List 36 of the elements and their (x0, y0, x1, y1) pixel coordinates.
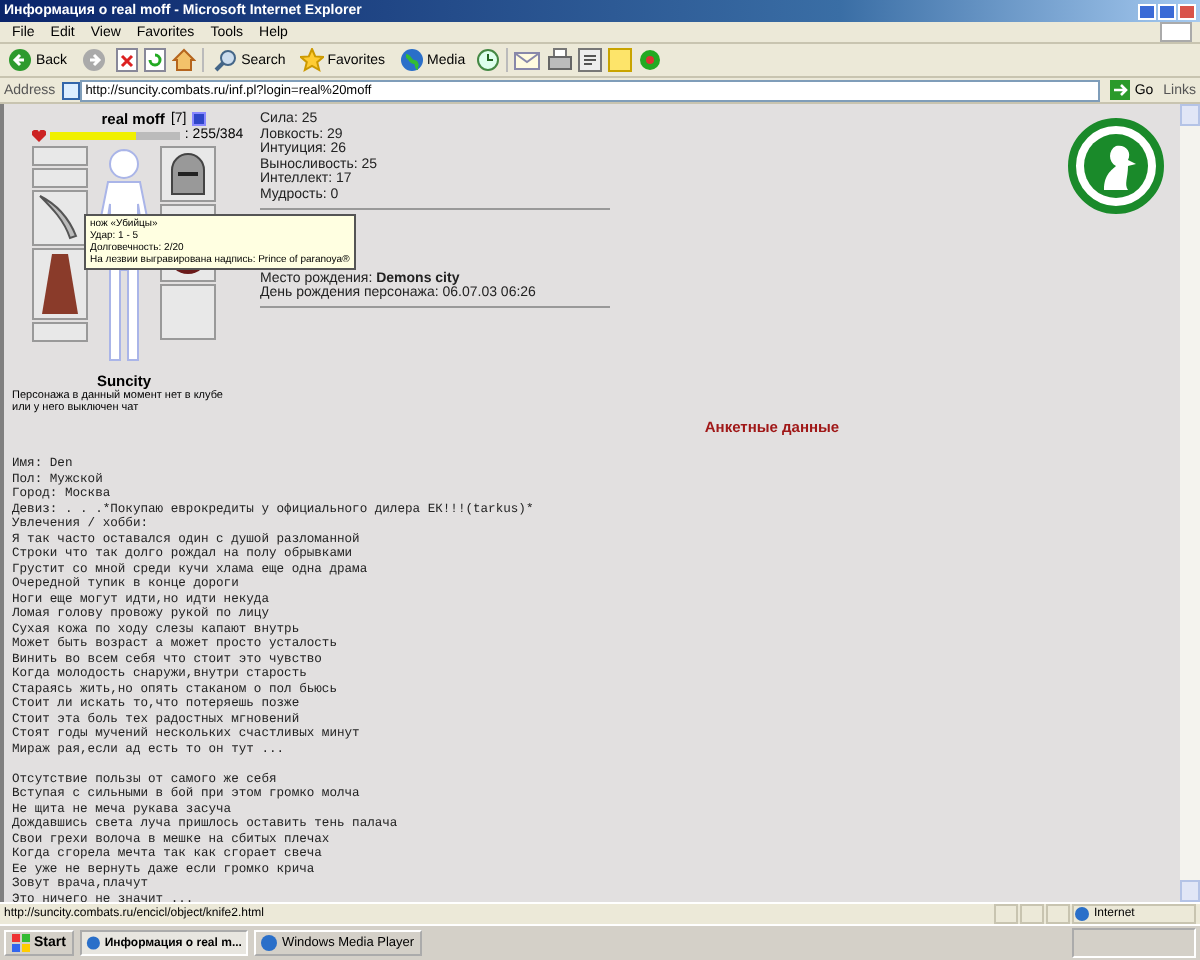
back-arrow-icon (8, 48, 32, 72)
refresh-icon[interactable] (143, 48, 166, 72)
history-icon[interactable] (475, 48, 500, 72)
restore-button[interactable] (1158, 3, 1176, 19)
earrings-slot[interactable] (32, 146, 88, 166)
forward-button[interactable] (77, 46, 110, 74)
messenger-icon[interactable] (637, 48, 662, 72)
print-icon[interactable] (547, 48, 572, 72)
knife-slot[interactable] (32, 190, 88, 246)
go-arrow-icon (1110, 80, 1131, 100)
helmet-slot[interactable] (160, 146, 216, 202)
status-pane (994, 904, 1018, 924)
heart-icon (32, 129, 47, 141)
mail-icon[interactable] (513, 48, 542, 72)
home-icon[interactable] (171, 48, 196, 72)
minimize-button[interactable] (1138, 3, 1156, 19)
star-icon (299, 48, 324, 72)
helmet-icon (168, 150, 208, 198)
rings-slot[interactable] (32, 322, 88, 342)
close-button[interactable] (1178, 3, 1196, 19)
browser-icon (85, 934, 101, 952)
page-icon (61, 81, 80, 99)
cloak-slot[interactable] (32, 248, 88, 320)
globe-icon (1074, 906, 1090, 922)
globe-icon (399, 48, 424, 72)
search-icon (213, 48, 238, 72)
boots-slot[interactable] (160, 284, 216, 340)
edit-icon[interactable] (577, 48, 602, 72)
browser-icon (259, 934, 278, 952)
info-icon[interactable] (192, 112, 207, 126)
status-pane (1046, 904, 1070, 924)
status-pane (1020, 904, 1044, 924)
club-logo-icon (1068, 118, 1164, 214)
stop-icon[interactable] (115, 48, 138, 72)
cloak-icon (40, 252, 80, 316)
scrollbar[interactable] (1180, 104, 1200, 902)
